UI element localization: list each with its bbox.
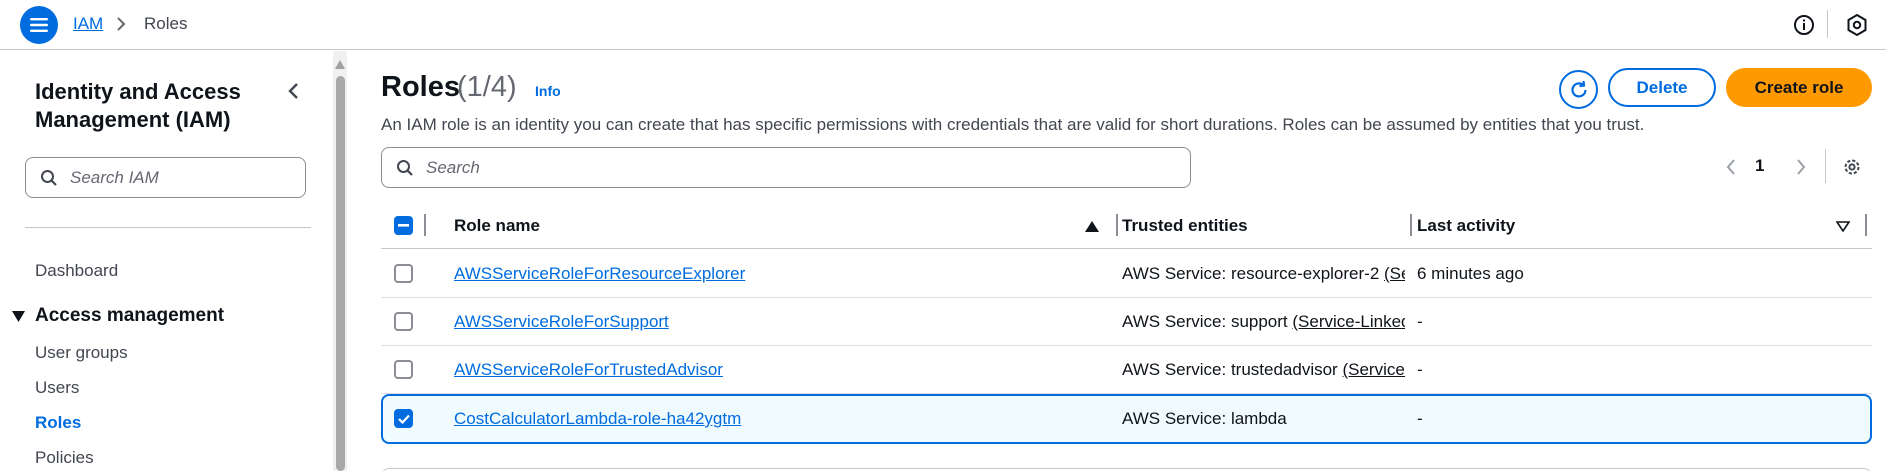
- sidebar-item-users[interactable]: Users: [35, 378, 79, 398]
- row-checkbox[interactable]: [394, 360, 413, 379]
- sidebar: Identity and Access Management (IAM) Sea…: [0, 51, 330, 471]
- breadcrumb-current-roles: Roles: [144, 14, 188, 33]
- create-role-button[interactable]: Create role: [1726, 68, 1872, 107]
- table-row[interactable]: AWSServiceRoleForResourceExplorer AWS Se…: [381, 250, 1872, 298]
- refresh-icon: [1570, 80, 1587, 98]
- topbar-divider: [1827, 10, 1828, 38]
- pagination-divider: [1825, 149, 1826, 183]
- row-checkbox[interactable]: [394, 312, 413, 331]
- sidebar-section-access-management[interactable]: Access management: [12, 305, 224, 327]
- chevron-left-icon[interactable]: [283, 80, 305, 107]
- trusted-entities-cell: AWS Service: support (Service-Linked Rol…: [1122, 312, 1405, 332]
- column-divider: [1410, 214, 1412, 236]
- info-link[interactable]: Info: [535, 83, 561, 99]
- table-row[interactable]: AWSServiceRoleForTrustedAdvisor AWS Serv…: [381, 346, 1872, 394]
- scroll-up-arrow-icon[interactable]: [335, 56, 345, 74]
- selection-count: (1/4): [457, 71, 517, 103]
- pagination-prev-icon[interactable]: [1725, 157, 1737, 182]
- table-row-selected[interactable]: CostCalculatorLambda-role-ha42ygtm AWS S…: [381, 394, 1872, 444]
- role-name-link[interactable]: CostCalculatorLambda-role-ha42ygtm: [454, 409, 741, 429]
- column-divider: [424, 214, 426, 236]
- column-header-role-name[interactable]: Role name: [454, 216, 540, 236]
- table-header: Role name Trusted entities Last activity: [381, 203, 1872, 249]
- last-activity-cell: 6 minutes ago: [1417, 264, 1524, 283]
- column-header-trusted-entities[interactable]: Trusted entities: [1122, 216, 1248, 236]
- sidebar-search-placeholder: Search IAM: [70, 167, 159, 187]
- trusted-entities-cell: AWS Service: lambda: [1122, 409, 1405, 429]
- roles-search-placeholder: Search: [426, 157, 480, 177]
- main-content: Roles (1/4) Info An IAM role is an ident…: [347, 51, 1886, 471]
- trusted-entity-text: AWS Service: lambda: [1122, 409, 1287, 428]
- column-header-last-activity[interactable]: Last activity: [1417, 216, 1515, 236]
- row-checkbox-checked[interactable]: [394, 409, 413, 428]
- sidebar-item-dashboard[interactable]: Dashboard: [35, 261, 118, 281]
- column-divider: [1865, 214, 1867, 236]
- search-icon: [397, 159, 413, 176]
- trusted-entity-text: AWS Service: support: [1122, 312, 1293, 331]
- trusted-entity-link[interactable]: (Service-Linked Role): [1342, 360, 1405, 379]
- scrollbar-thumb[interactable]: [336, 76, 345, 471]
- trusted-entity-text: AWS Service: resource-explorer-2: [1122, 264, 1385, 283]
- sidebar-section-label: Access management: [35, 305, 225, 326]
- hamburger-menu-icon[interactable]: [20, 6, 58, 44]
- hexagon-settings-icon[interactable]: [1845, 13, 1869, 42]
- search-icon: [41, 169, 57, 186]
- last-activity-cell: -: [1417, 409, 1423, 428]
- delete-button[interactable]: Delete: [1608, 68, 1716, 107]
- pagination-next-icon[interactable]: [1795, 157, 1807, 182]
- sidebar-item-user-groups[interactable]: User groups: [35, 343, 128, 363]
- trusted-entities-cell: AWS Service: trustedadvisor (Service-Lin…: [1122, 360, 1405, 380]
- pagination-page-number[interactable]: 1: [1755, 156, 1764, 176]
- page-title: Roles: [381, 71, 460, 103]
- row-checkbox[interactable]: [394, 264, 413, 283]
- breadcrumb-iam-link[interactable]: IAM: [73, 14, 103, 34]
- sidebar-item-policies[interactable]: Policies: [35, 448, 94, 468]
- sidebar-search-input[interactable]: Search IAM: [25, 157, 306, 198]
- role-name-link[interactable]: AWSServiceRoleForResourceExplorer: [454, 264, 745, 284]
- table-row[interactable]: AWSServiceRoleForSupport AWS Service: su…: [381, 298, 1872, 346]
- select-all-checkbox[interactable]: [394, 216, 413, 235]
- sidebar-divider: [25, 227, 311, 228]
- trusted-entity-link[interactable]: (Service-Linked Role): [1292, 312, 1405, 331]
- trusted-entity-link[interactable]: (Service-Linked Role): [1384, 264, 1405, 283]
- roles-search-input[interactable]: Search: [381, 147, 1191, 188]
- role-name-link[interactable]: AWSServiceRoleForSupport: [454, 312, 669, 332]
- gear-icon[interactable]: [1841, 156, 1863, 183]
- top-navigation-bar: IAM Roles: [0, 0, 1886, 50]
- refresh-button[interactable]: [1559, 70, 1598, 109]
- page-description: An IAM role is an identity you can creat…: [381, 115, 1645, 134]
- role-name-link[interactable]: AWSServiceRoleForTrustedAdvisor: [454, 360, 723, 380]
- last-activity-cell: -: [1417, 360, 1423, 379]
- sidebar-title: Identity and Access Management (IAM): [35, 79, 241, 132]
- sort-descending-icon[interactable]: [1835, 219, 1851, 237]
- breadcrumb-separator-icon: [115, 15, 127, 38]
- column-divider: [1116, 214, 1118, 236]
- caret-down-icon: [12, 310, 25, 322]
- trusted-entity-text: AWS Service: trustedadvisor: [1122, 360, 1343, 379]
- sort-ascending-icon[interactable]: [1085, 219, 1099, 237]
- info-icon[interactable]: [1793, 14, 1815, 41]
- last-activity-cell: -: [1417, 312, 1423, 331]
- trusted-entities-cell: AWS Service: resource-explorer-2 (Servic…: [1122, 264, 1405, 284]
- sidebar-item-roles[interactable]: Roles: [35, 413, 81, 433]
